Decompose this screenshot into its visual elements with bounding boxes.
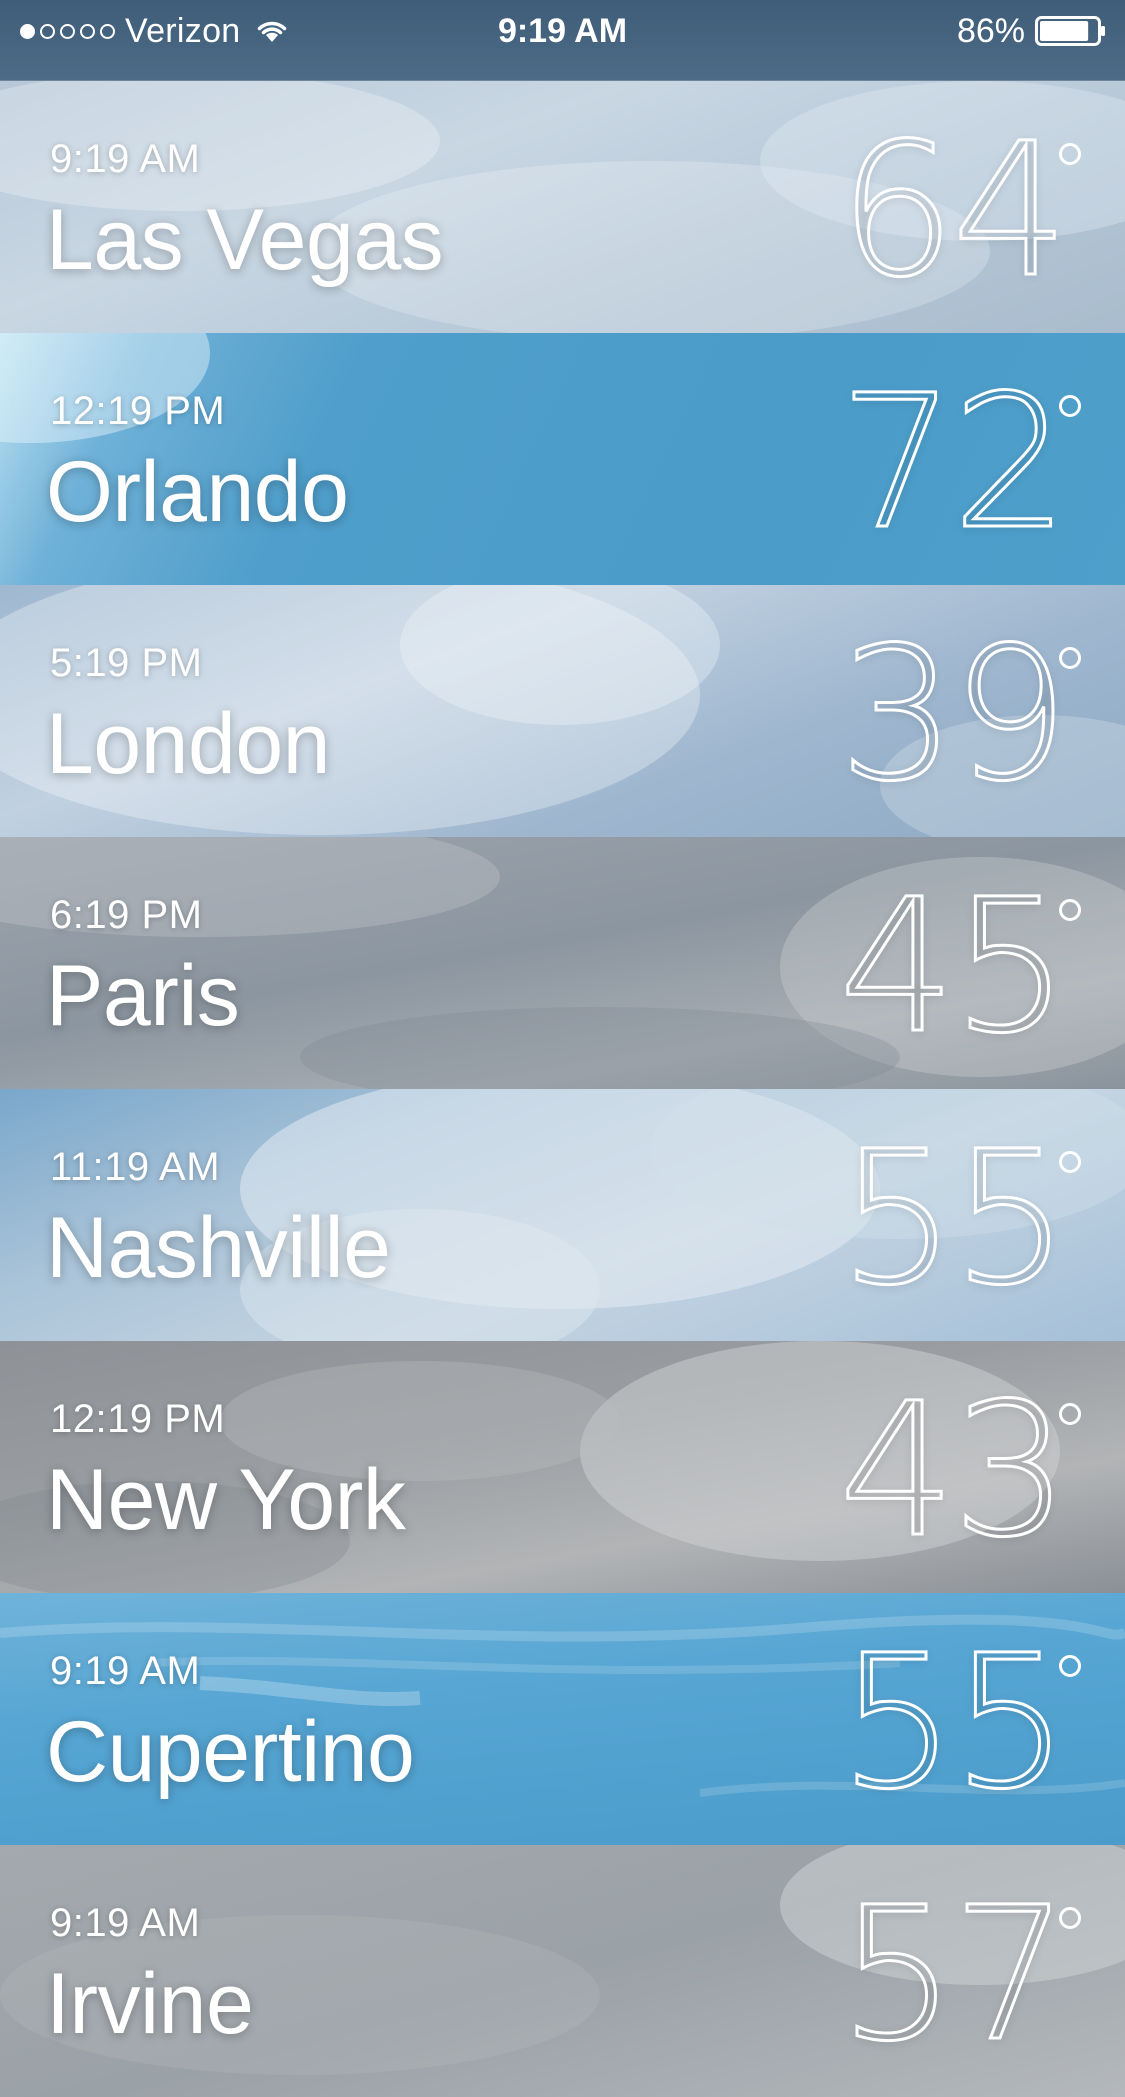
- degree-symbol: [1059, 899, 1081, 921]
- city-temperature: 45: [837, 860, 1070, 1074]
- city-row-orlando[interactable]: 12:19 PM Orlando 72: [0, 333, 1125, 585]
- city-row-new-york[interactable]: 12:19 PM New York 43: [0, 1341, 1125, 1593]
- degree-symbol: [1059, 1151, 1081, 1173]
- city-local-time: 9:19 AM: [50, 137, 201, 181]
- city-temperature: 39: [837, 608, 1070, 822]
- degree-symbol: [1059, 395, 1081, 417]
- city-local-time: 5:19 PM: [50, 641, 203, 685]
- city-local-time: 12:19 PM: [50, 389, 226, 433]
- city-name: Cupertino: [46, 1704, 415, 1800]
- city-row-london[interactable]: 5:19 PM London 39: [0, 585, 1125, 837]
- city-row-paris[interactable]: 6:19 PM Paris 45: [0, 837, 1125, 1089]
- city-local-time: 12:19 PM: [50, 1397, 226, 1441]
- degree-symbol: [1059, 647, 1081, 669]
- degree-symbol: [1059, 1403, 1081, 1425]
- city-temperature: 55: [837, 1112, 1070, 1326]
- degree-symbol: [1059, 143, 1081, 165]
- city-row-las-vegas[interactable]: 9:19 AM Las Vegas 64: [0, 81, 1125, 333]
- city-name: Orlando: [46, 444, 349, 540]
- status-right: 86%: [957, 10, 1107, 52]
- city-name: Paris: [46, 948, 240, 1044]
- city-temperature: 72: [837, 356, 1070, 570]
- city-temperature: 55: [837, 1616, 1070, 1830]
- city-name: Irvine: [46, 1956, 254, 2052]
- city-local-time: 9:19 AM: [50, 1649, 201, 1693]
- city-name: Nashville: [46, 1200, 391, 1296]
- city-temperature: 43: [837, 1364, 1070, 1578]
- degree-symbol: [1059, 1907, 1081, 1929]
- status-bar: Verizon 9:19 AM 86%: [0, 0, 1125, 81]
- city-temperature: 64: [837, 104, 1070, 318]
- battery-icon: [1035, 16, 1105, 46]
- degree-symbol: [1059, 1655, 1081, 1677]
- city-local-time: 9:19 AM: [50, 1901, 201, 1945]
- city-name: London: [46, 696, 330, 792]
- city-local-time: 11:19 AM: [50, 1145, 221, 1189]
- city-temperature: 57: [837, 1868, 1070, 2082]
- city-row-nashville[interactable]: 11:19 AM Nashville 55: [0, 1089, 1125, 1341]
- city-list: 9:19 AM Las Vegas 64 12:19 PM Orlando 72…: [0, 81, 1125, 2097]
- city-name: New York: [46, 1452, 406, 1548]
- city-row-cupertino[interactable]: 9:19 AM Cupertino 55: [0, 1593, 1125, 1845]
- city-local-time: 6:19 PM: [50, 893, 203, 937]
- battery-percentage: 86%: [956, 11, 1025, 50]
- city-row-irvine[interactable]: 9:19 AM Irvine 57: [0, 1845, 1125, 2097]
- city-name: Las Vegas: [46, 192, 444, 288]
